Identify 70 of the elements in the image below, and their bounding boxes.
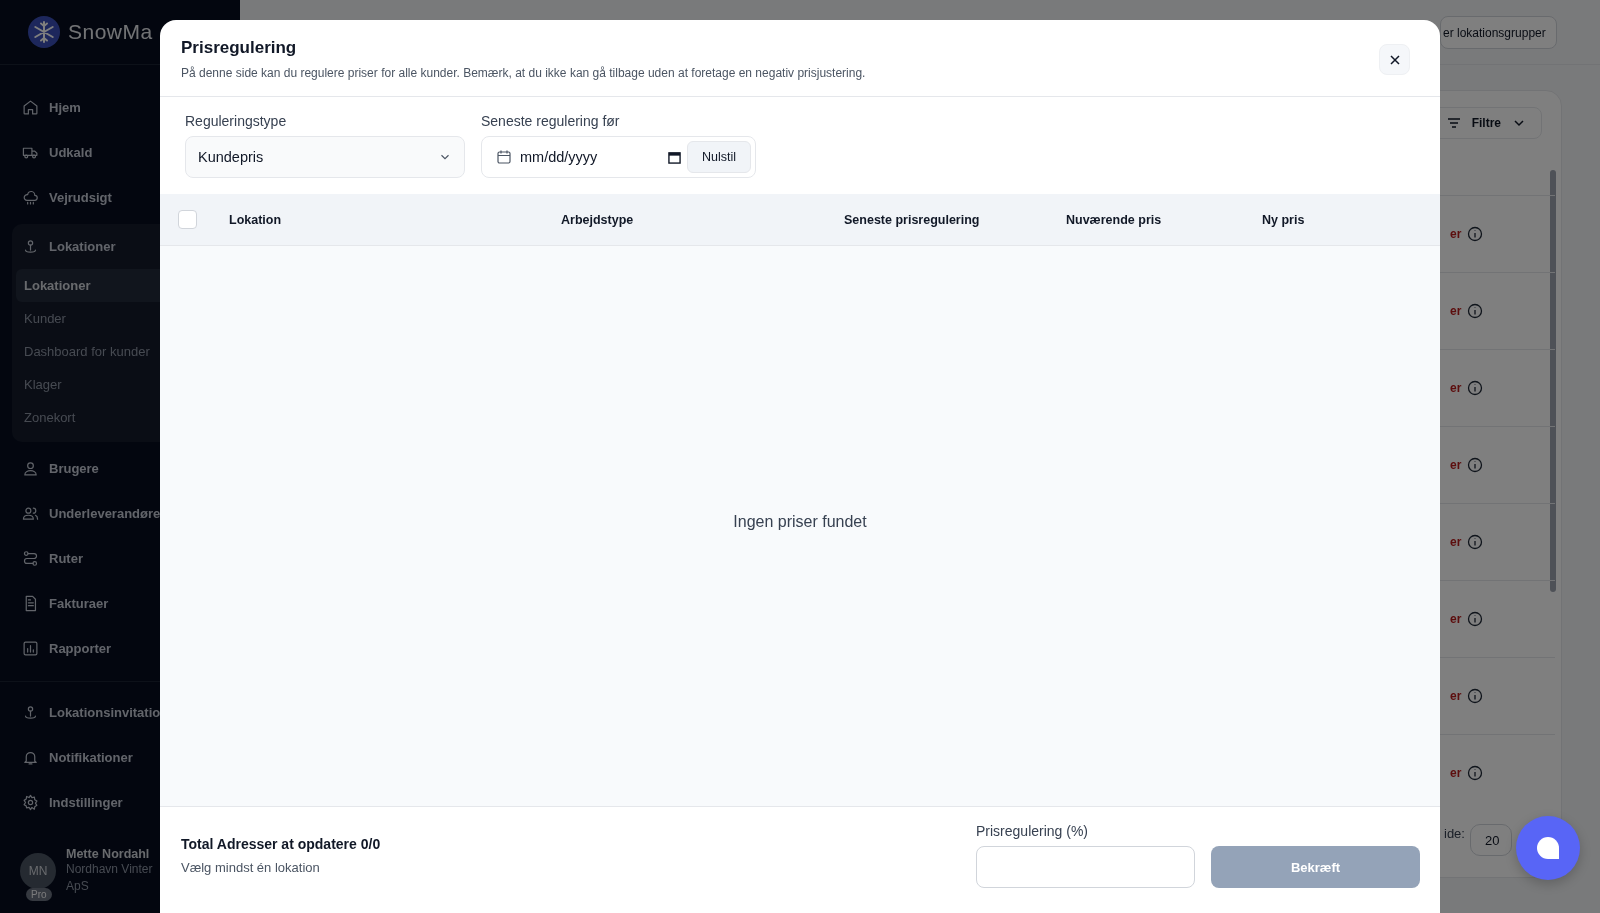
- field-label: Prisregulering (%): [976, 823, 1090, 839]
- sidebar-item[interactable]: Underleverandøre: [12, 491, 228, 536]
- user-icon: [22, 460, 39, 477]
- column-header: Seneste prisregulering: [844, 212, 981, 227]
- pin-icon: [22, 704, 39, 721]
- close-icon: [1388, 53, 1401, 66]
- column-header: Ny pris: [1262, 212, 1306, 227]
- per-page-select[interactable]: 20: [1470, 824, 1512, 856]
- settings-icon: [22, 794, 39, 811]
- date-field[interactable]: mm/dd/yyyy: [496, 149, 681, 165]
- snowflake-logo-icon: [28, 16, 60, 48]
- status-text: er: [1450, 766, 1462, 780]
- status-text: er: [1450, 612, 1462, 626]
- plan-badge: Pro: [26, 888, 52, 901]
- info-icon[interactable]: [1467, 380, 1484, 396]
- field-label: Seneste regulering før: [481, 113, 621, 129]
- status-text: er: [1450, 304, 1462, 318]
- select-all-checkbox[interactable]: [178, 210, 197, 229]
- info-icon[interactable]: [1467, 457, 1484, 473]
- info-icon[interactable]: [1467, 611, 1484, 627]
- empty-message: Ingen priser fundet: [733, 513, 867, 531]
- info-icon[interactable]: [1467, 534, 1484, 550]
- status-text: er: [1450, 381, 1462, 395]
- field-label: Reguleringstype: [185, 113, 288, 129]
- filter-icon: [1445, 115, 1462, 131]
- total-addresses: Total Adresser at opdatere 0/0: [181, 836, 382, 852]
- modal-title: Prisregulering: [181, 38, 298, 58]
- sidebar-item[interactable]: Indstillinger: [12, 780, 228, 825]
- sidebar-item[interactable]: Lokationer: [12, 224, 228, 269]
- brand-name: SnowMa: [68, 20, 153, 44]
- sidebar-item[interactable]: Notifikationer: [12, 735, 228, 780]
- calendar-icon: [496, 149, 512, 165]
- users-icon: [22, 505, 39, 522]
- column-header: Nuværende pris: [1066, 212, 1163, 227]
- sidebar-item[interactable]: Fakturaer: [12, 581, 228, 626]
- company-name: Nordhavn Vinter ApS: [66, 861, 154, 895]
- chat-button[interactable]: [1516, 816, 1580, 880]
- column-header: Arbejdstype: [561, 212, 635, 227]
- info-icon[interactable]: [1467, 226, 1484, 242]
- info-icon[interactable]: [1467, 765, 1484, 781]
- column-header: Lokation: [229, 212, 283, 227]
- user-name: Mette Nordahl: [66, 847, 151, 861]
- status-text: er: [1450, 689, 1462, 703]
- close-button[interactable]: [1379, 44, 1410, 75]
- selection-hint: Vælg mindst én lokation: [181, 860, 321, 875]
- percent-field[interactable]: [976, 846, 1195, 888]
- status-text: er: [1450, 227, 1462, 241]
- bell-icon: [22, 749, 39, 766]
- info-icon[interactable]: [1467, 303, 1484, 319]
- status-text: er: [1450, 535, 1462, 549]
- type-select[interactable]: Kundepris: [185, 136, 465, 178]
- location-groups-button[interactable]: er lokationsgrupper: [1440, 16, 1557, 49]
- avatar-initials: MN: [28, 864, 48, 878]
- reset-button[interactable]: Nulstil: [686, 141, 751, 173]
- cloud-icon: [22, 189, 39, 206]
- status-text: er: [1450, 458, 1462, 472]
- sidebar-item[interactable]: Lokationsinvitatio: [12, 690, 228, 735]
- sidebar-item[interactable]: Vejrudsigt: [12, 175, 228, 220]
- calendar-picker-icon[interactable]: [667, 150, 681, 164]
- route-icon: [22, 550, 39, 567]
- info-icon[interactable]: [1467, 688, 1484, 704]
- home-icon: [22, 99, 39, 116]
- sidebar-item[interactable]: Rapporter: [12, 626, 228, 671]
- sidebar-item[interactable]: Ruter: [12, 536, 228, 581]
- chart-icon: [22, 640, 39, 657]
- chat-bubble-icon: [1535, 835, 1561, 861]
- modal-description: På denne side kan du regulere priser for alle kunder. Bemærk, at du ikke kan gå tilbage uden at foretage en negativ prisjustering.: [181, 66, 867, 80]
- pin-icon: [22, 238, 39, 255]
- sidebar-item[interactable]: Brugere: [12, 446, 228, 491]
- per-page-label: ide:: [1444, 826, 1465, 841]
